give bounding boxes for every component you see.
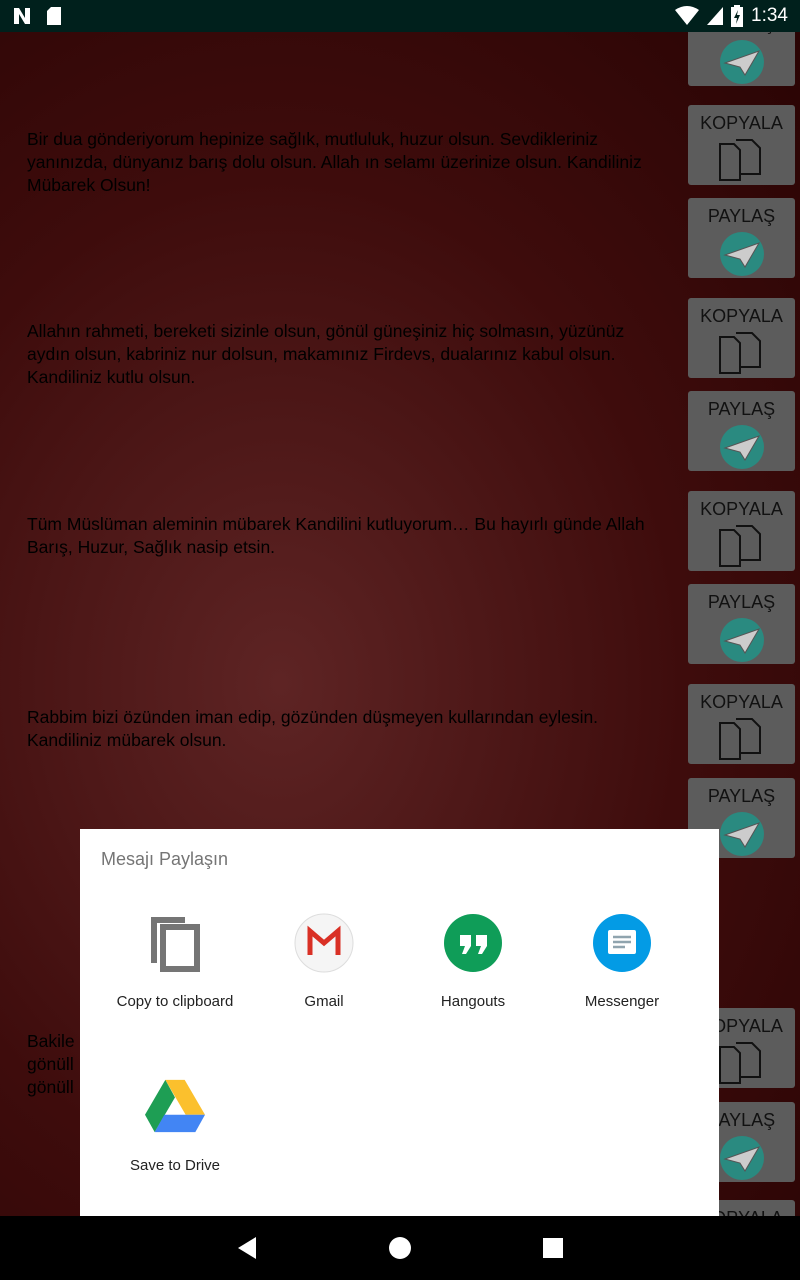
messenger-icon	[592, 913, 652, 973]
share-target-messenger[interactable]: Messenger	[547, 913, 697, 1010]
button-label: KOPYALA	[700, 692, 783, 712]
wifi-icon	[675, 6, 700, 25]
button-label: KOPYALA	[700, 306, 783, 326]
paper-plane-icon	[719, 40, 764, 84]
sd-card-icon	[47, 7, 61, 25]
drive-icon	[145, 1077, 205, 1137]
button-label: PAYLAŞ	[708, 32, 775, 34]
share-target-label: Gmail	[304, 993, 344, 1010]
copy-button[interactable]: KOPYALA	[688, 105, 795, 185]
share-button[interactable]: PAYLAŞ	[688, 391, 795, 471]
message-text: Tüm Müslüman aleminin mübarek Kandilini …	[27, 514, 645, 557]
copy-icon	[718, 139, 761, 181]
navigation-bar	[0, 1216, 800, 1280]
paper-plane-icon	[719, 1136, 764, 1180]
button-label: KOPYALA	[700, 113, 783, 133]
share-button[interactable]: PAYLAŞ	[688, 198, 795, 278]
hangouts-icon	[443, 913, 503, 973]
share-dialog: Mesajı Paylaşın Copy to clipboard Gmail …	[80, 829, 719, 1216]
copy-button[interactable]: KOPYALA	[688, 491, 795, 571]
paper-plane-icon	[719, 618, 764, 662]
button-label: PAYLAŞ	[707, 592, 776, 612]
button-label: PAYLAŞ	[707, 399, 776, 419]
recents-icon[interactable]	[542, 1237, 564, 1259]
copy-icon	[718, 1042, 761, 1084]
button-label: PAYLAŞ	[707, 786, 776, 806]
paper-plane-icon	[719, 425, 764, 469]
copy-icon	[718, 332, 761, 374]
copy-icon	[718, 718, 761, 760]
button-label: PAYLAŞ	[707, 206, 776, 226]
home-icon[interactable]	[388, 1236, 412, 1260]
battery-charging-icon	[731, 5, 744, 27]
copy-button[interactable]: KOPYALA	[688, 298, 795, 378]
share-button[interactable]: PAYLAŞ	[688, 32, 795, 86]
n-icon	[14, 8, 30, 24]
share-target-clipboard[interactable]: Copy to clipboard	[100, 913, 250, 1010]
status-bar: 1:34	[0, 0, 800, 32]
share-target-label: Hangouts	[440, 993, 506, 1010]
message-text: Allahın rahmeti, bereketi sizinle olsun,…	[27, 321, 625, 387]
share-target-gmail[interactable]: Gmail	[249, 913, 399, 1010]
paper-plane-icon	[719, 812, 764, 856]
share-button[interactable]: PAYLAŞ	[688, 584, 795, 664]
copy-button[interactable]: KOPYALA	[688, 684, 795, 764]
share-target-label: Messenger	[584, 993, 660, 1010]
copy-icon	[145, 913, 205, 973]
message-text: Rabbim bizi özünden iman edip, gözünden …	[27, 707, 599, 750]
share-target-hangouts[interactable]: Hangouts	[398, 913, 548, 1010]
gmail-icon	[294, 913, 354, 973]
message-text: Bir dua gönderiyorum hepinize sağlık, mu…	[27, 129, 642, 195]
paper-plane-icon	[719, 232, 764, 276]
share-target-drive[interactable]: Save to Drive	[100, 1077, 250, 1174]
share-target-label: Save to Drive	[129, 1157, 221, 1174]
signal-icon	[707, 7, 724, 25]
dialog-title: Mesajı Paylaşın	[101, 849, 229, 869]
clock: 1:34	[751, 5, 788, 26]
button-label: KOPYALA	[700, 499, 783, 519]
copy-icon	[718, 525, 761, 567]
back-icon[interactable]	[236, 1236, 258, 1260]
share-target-label: Copy to clipboard	[116, 993, 234, 1010]
